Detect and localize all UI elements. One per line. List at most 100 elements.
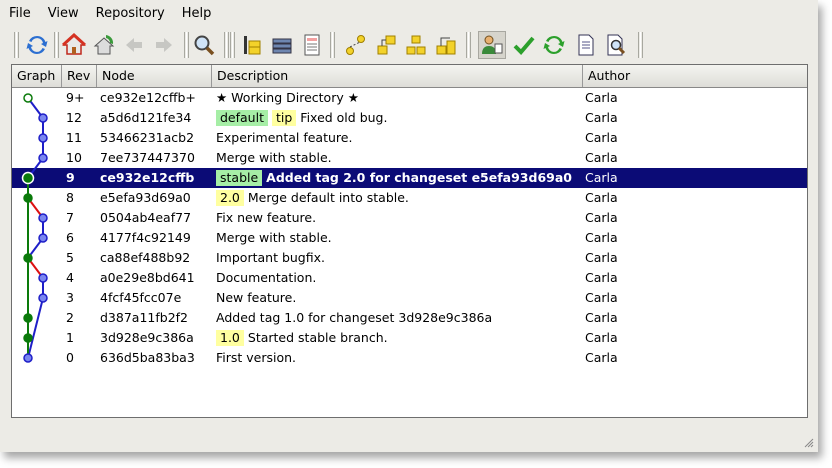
author-cell: Carla [585, 110, 618, 125]
revision-icon [244, 36, 261, 55]
table-row[interactable]: 9+ ce932e12cffb+ ★ Working Directory ★ Carl… [12, 88, 807, 108]
node-cell: 4fcf45fcc07e [100, 290, 182, 305]
graph-node [38, 233, 48, 243]
sync-icon [543, 35, 565, 55]
node-cell: a5d6d121fe34 [100, 110, 192, 125]
description-cell: Experimental feature. [216, 128, 588, 148]
table-row[interactable]: 9 ce932e12cffb stable Added tag 2.0 for cha… [12, 168, 807, 188]
table-row[interactable]: 11 53466231acb2 Experimental feature. Carla [12, 128, 807, 148]
tag-add-button[interactable] [342, 31, 370, 59]
description-cell: stable Added tag 2.0 for changeset e5efa9… [216, 168, 588, 188]
graph-edge [27, 297, 44, 359]
description-cell: New feature. [216, 288, 588, 308]
home-button[interactable] [60, 31, 88, 59]
table-row[interactable]: 8 e5efa93d69a0 2.0 Merge default into stabl… [12, 188, 807, 208]
pull-button[interactable] [90, 31, 118, 59]
author-cell: Carla [585, 190, 618, 205]
main-window: File View Repository Help Graph Rev Node… [0, 0, 818, 452]
log-button[interactable] [298, 31, 326, 59]
revision-list[interactable]: Graph Rev Node Description Author 9+ ce93… [11, 64, 808, 418]
table-row[interactable]: 4 a0e29e8bd641 Documentation. Carla [12, 268, 807, 288]
column-header-graph[interactable]: Graph [12, 65, 62, 87]
forward-button[interactable] [150, 31, 178, 59]
node-cell: ce932e12cffb+ [100, 90, 196, 105]
tag-merge-button[interactable] [432, 31, 460, 59]
column-header-rev[interactable]: Rev [62, 65, 97, 87]
description-text: Added tag 1.0 for changeset 3d928e9c386a [216, 310, 493, 325]
tag-label: 2.0 [216, 190, 244, 206]
graph-node [38, 273, 48, 283]
author-cell: Carla [585, 290, 618, 305]
stack-button[interactable] [268, 31, 296, 59]
description-cell: 2.0 Merge default into stable. [216, 188, 588, 208]
log-icon [304, 34, 320, 56]
table-row[interactable]: 1 3d928e9c386a 1.0 Started stable branch. Ca… [12, 328, 807, 348]
author-cell: Carla [585, 150, 618, 165]
sync-button[interactable] [540, 31, 568, 59]
search-button[interactable] [190, 31, 218, 59]
toolbar-separator [230, 32, 235, 58]
menu-repository[interactable]: Repository [87, 0, 173, 28]
user-button[interactable] [478, 31, 506, 59]
graph-node [38, 213, 48, 223]
toolbar-separator [466, 32, 471, 58]
author-cell: Carla [585, 210, 618, 225]
table-row[interactable]: 7 0504ab4eaf77 Fix new feature. Carla [12, 208, 807, 228]
table-row[interactable]: 12 a5d6d121fe34 default tip Fixed old bug. Ca… [12, 108, 807, 128]
node-cell: 3d928e9c386a [100, 330, 194, 345]
description-text: First version. [216, 350, 297, 365]
revision-button[interactable] [238, 31, 266, 59]
table-row[interactable]: 2 d387a11fb2f2 Added tag 1.0 for changeset… [12, 308, 807, 328]
zoom-document-button[interactable] [602, 31, 630, 59]
node-cell: 0504ab4eaf77 [100, 210, 192, 225]
table-row[interactable]: 5 ca88ef488b92 Important bugfix. Carla [12, 248, 807, 268]
graph-node [23, 353, 33, 363]
description-text: Started stable branch. [247, 330, 388, 345]
check-button[interactable] [510, 31, 538, 59]
node-cell: e5efa93d69a0 [100, 190, 191, 205]
tag-branch-button[interactable] [372, 31, 400, 59]
column-header-author[interactable]: Author [583, 65, 807, 87]
graph-node [38, 293, 48, 303]
table-row[interactable]: 3 4fcf45fcc07e New feature. Carla [12, 288, 807, 308]
tag-label: 1.0 [216, 330, 244, 346]
refresh-button[interactable] [23, 31, 51, 59]
author-cell: Carla [585, 230, 618, 245]
node-cell: d387a11fb2f2 [100, 310, 189, 325]
forward-arrow-icon [156, 38, 172, 52]
table-row[interactable]: 10 7ee737447370 Merge with stable. Carla [12, 148, 807, 168]
menu-view-label: View [47, 6, 79, 21]
resize-grip-icon[interactable] [802, 436, 814, 448]
description-text: Documentation. [216, 270, 317, 285]
menu-file[interactable]: File [0, 0, 39, 28]
table-row[interactable]: 0 636d5ba83ba3 First version. Carla [12, 348, 807, 368]
document-icon [578, 34, 594, 56]
node-cell: 53466231acb2 [100, 130, 195, 145]
tag-label: tip [271, 110, 297, 126]
toolbar-separator [54, 32, 59, 58]
node-cell: ca88ef488b92 [100, 250, 191, 265]
author-cell: Carla [585, 90, 618, 105]
toolbar-separator [224, 32, 229, 58]
tag-compare-icon [406, 35, 426, 55]
graph-node [23, 333, 33, 343]
branch-tag: default [216, 110, 268, 126]
document-button[interactable] [572, 31, 600, 59]
revision-graph [21, 93, 48, 363]
author-cell: Carla [585, 330, 618, 345]
list-header: Graph Rev Node Description Author [12, 65, 807, 88]
back-arrow-icon [126, 38, 142, 52]
column-header-description[interactable]: Description [212, 65, 583, 87]
menu-help[interactable]: Help [173, 0, 220, 28]
description-text: ★ Working Directory ★ [216, 90, 359, 105]
graph-node [23, 193, 33, 203]
menu-view[interactable]: View [39, 0, 87, 28]
home-icon [62, 33, 86, 55]
back-button[interactable] [120, 31, 148, 59]
description-text: New feature. [216, 290, 297, 305]
description-cell: First version. [216, 348, 588, 368]
description-cell: ★ Working Directory ★ [216, 88, 588, 108]
column-header-node[interactable]: Node [97, 65, 212, 87]
tag-compare-button[interactable] [402, 31, 430, 59]
table-row[interactable]: 6 4177f4c92149 Merge with stable. Carla [12, 228, 807, 248]
